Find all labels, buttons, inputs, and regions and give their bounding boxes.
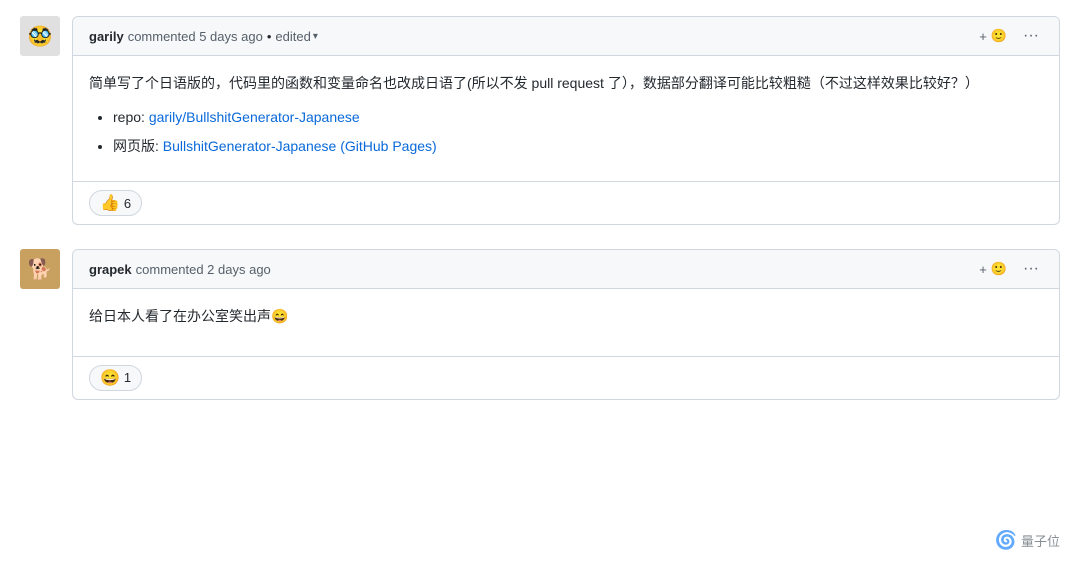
reaction-pill-smile[interactable]: 😄 1 — [89, 365, 142, 391]
avatar-image-grapek: 🐕 — [20, 249, 60, 289]
avatar-garily: 🥸 — [20, 16, 60, 56]
reaction-emoji-thumbsup: 👍 — [100, 193, 120, 213]
list-item-repo: repo: garily/BullshitGenerator-Japanese — [113, 106, 1043, 128]
edited-label-1: edited — [275, 29, 310, 44]
bullet-separator-1: • — [267, 29, 272, 44]
more-options-button-2[interactable]: ··· — [1019, 258, 1043, 280]
comment-header-left-1: garily commented 5 days ago • edited ▾ — [89, 29, 318, 44]
list-item-pages: 网页版: BullshitGenerator-Japanese (GitHub … — [113, 135, 1043, 157]
avatar-grapek: 🐕 — [20, 249, 60, 289]
comment-box-2: grapek commented 2 days ago + 🙂 ··· 给日本人… — [72, 249, 1060, 399]
avatar-image-garily: 🥸 — [20, 16, 60, 56]
comment-text-2: 给日本人看了在办公室笑出声😄 — [89, 305, 1043, 327]
comment-header-1: garily commented 5 days ago • edited ▾ +… — [73, 17, 1059, 56]
watermark-text: 量子位 — [1021, 531, 1060, 550]
plus-icon-1: + — [979, 29, 987, 44]
comment-box-1: garily commented 5 days ago • edited ▾ +… — [72, 16, 1060, 225]
comment-body-2: 给日本人看了在办公室笑出声😄 — [73, 289, 1059, 355]
comment-author-2: grapek — [89, 262, 132, 277]
reaction-pill-thumbsup[interactable]: 👍 6 — [89, 190, 142, 216]
edited-dropdown-1[interactable]: edited ▾ — [275, 29, 317, 44]
repo-prefix: repo: — [113, 109, 149, 125]
comment-header-right-1: + 🙂 ··· — [975, 25, 1043, 47]
emoji-icon-1: 🙂 — [991, 28, 1007, 44]
comment-meta-1: commented 5 days ago — [128, 29, 263, 44]
reaction-emoji-smile: 😄 — [100, 368, 120, 388]
comments-container: 🥸 garily commented 5 days ago • edited ▾ — [0, 0, 1080, 440]
page-wrapper: 🥸 garily commented 5 days ago • edited ▾ — [0, 0, 1080, 567]
pages-prefix: 网页版: — [113, 138, 163, 154]
comment-thread-1: 🥸 garily commented 5 days ago • edited ▾ — [20, 16, 1060, 225]
comment-header-2: grapek commented 2 days ago + 🙂 ··· — [73, 250, 1059, 289]
add-reaction-button-1[interactable]: + 🙂 — [975, 26, 1011, 46]
chevron-down-icon-1: ▾ — [313, 31, 318, 42]
comment-meta-2: commented 2 days ago — [136, 262, 271, 277]
repo-link[interactable]: garily/BullshitGenerator-Japanese — [149, 109, 360, 125]
pages-link[interactable]: BullshitGenerator-Japanese (GitHub Pages… — [163, 138, 437, 154]
comment-reactions-1: 👍 6 — [73, 181, 1059, 224]
comment-body-1: 简单写了个日语版的，代码里的函数和变量命名也改成日语了(所以不发 pull re… — [73, 56, 1059, 181]
comment-text-1: 简单写了个日语版的，代码里的函数和变量命名也改成日语了(所以不发 pull re… — [89, 72, 1043, 94]
comment-reactions-2: 😄 1 — [73, 356, 1059, 399]
comment-author-1: garily — [89, 29, 124, 44]
reaction-count-smile: 1 — [124, 370, 131, 385]
more-options-button-1[interactable]: ··· — [1019, 25, 1043, 47]
comment-header-left-2: grapek commented 2 days ago — [89, 262, 271, 277]
emoji-icon-2: 🙂 — [991, 261, 1007, 277]
comment-list-1: repo: garily/BullshitGenerator-Japanese … — [89, 106, 1043, 157]
watermark-logo: 🌀 — [995, 530, 1017, 551]
add-reaction-button-2[interactable]: + 🙂 — [975, 259, 1011, 279]
comment-thread-2: 🐕 grapek commented 2 days ago + 🙂 ··· — [20, 249, 1060, 399]
plus-icon-2: + — [979, 262, 987, 277]
reaction-count-thumbsup: 6 — [124, 196, 131, 211]
watermark: 🌀 量子位 — [995, 530, 1060, 551]
comment-header-right-2: + 🙂 ··· — [975, 258, 1043, 280]
